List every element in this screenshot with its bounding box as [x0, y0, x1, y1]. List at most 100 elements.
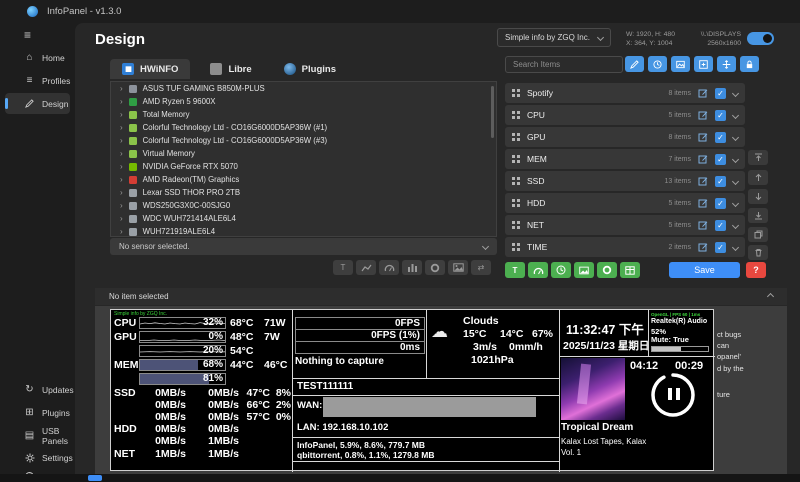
image-sensor-icon[interactable]	[448, 260, 468, 275]
edit-icon[interactable]	[698, 88, 708, 98]
line-chart-icon[interactable]	[356, 260, 376, 275]
volume-bar[interactable]	[651, 346, 709, 352]
expander-icon[interactable]: ›	[120, 149, 123, 158]
sidebar-item-settings[interactable]: Settings	[0, 447, 75, 468]
sidebar-item-usb-panels[interactable]: ▤ USB Panels	[0, 425, 75, 446]
group-row-cpu[interactable]: CPU5 items✓	[505, 105, 745, 125]
chevron-down-icon[interactable]	[732, 177, 739, 184]
preview-hdd-row[interactable]: 0MB/s1MB/s	[111, 435, 292, 448]
audio-mute[interactable]: Mute: True	[651, 335, 689, 344]
track-artist[interactable]: Kalax Lost Tapes, Kalax	[561, 437, 646, 446]
add-clock-icon[interactable]	[551, 262, 571, 278]
infopanel-preview-canvas[interactable]: Simple info by ZGQ Inc. CPU 32% 68°C71W …	[110, 309, 714, 471]
duplicate-icon[interactable]	[748, 227, 768, 242]
expander-icon[interactable]: ›	[120, 227, 123, 236]
search-input[interactable]	[505, 56, 623, 73]
clock-icon[interactable]	[648, 56, 667, 72]
frametime-value[interactable]: 0ms	[295, 341, 425, 354]
add-table-icon[interactable]	[620, 262, 640, 278]
sensor-tree-item[interactable]: ›NVIDIA GeForce RTX 5070	[111, 160, 496, 173]
bar-chart-icon[interactable]	[402, 260, 422, 275]
drag-handle-icon[interactable]	[512, 221, 520, 229]
sensor-tree-item[interactable]: ›Colorful Technology Ltd - CO16G6000D5AP…	[111, 121, 496, 134]
test-text[interactable]: TEST111111	[297, 381, 353, 392]
drag-handle-icon[interactable]	[512, 177, 520, 185]
sensor-tree-item[interactable]: ›Virtual Memory	[111, 147, 496, 160]
preview-mem-row[interactable]: MEM 68% 44°C46°C	[111, 359, 292, 372]
group-row-time[interactable]: TIME2 items✓	[505, 237, 745, 257]
chevron-up-icon[interactable]	[767, 293, 774, 300]
help-button[interactable]: ?	[746, 262, 766, 278]
mem2-usage-bar[interactable]: 81%	[139, 373, 226, 385]
edit-icon[interactable]	[698, 176, 708, 186]
chevron-down-icon[interactable]	[732, 111, 739, 118]
process-stats[interactable]: InfoPanel, 5.9%, 8.6%, 779.7 MB	[297, 440, 425, 450]
expander-icon[interactable]: ›	[120, 162, 123, 171]
chevron-down-icon[interactable]	[732, 89, 739, 96]
expander-icon[interactable]: ›	[120, 136, 123, 145]
expander-icon[interactable]: ›	[120, 110, 123, 119]
sensor-tree-item[interactable]: ›WDC WUH721414ALE6L4	[111, 212, 496, 225]
expander-icon[interactable]: ›	[120, 214, 123, 223]
edit-icon[interactable]	[698, 110, 708, 120]
group-checkbox[interactable]: ✓	[715, 132, 726, 143]
tab-libre[interactable]: Libre	[198, 59, 263, 79]
weather-wind[interactable]: 3m/s	[473, 341, 497, 353]
add-text-icon[interactable]: T	[505, 262, 525, 278]
sensor-tree-item[interactable]: ›WDS250G3X0C-00SJG0	[111, 199, 496, 212]
text-sensor-icon[interactable]: T	[333, 260, 353, 275]
sidebar-item-design[interactable]: Design	[5, 93, 70, 114]
chevron-down-icon[interactable]	[732, 155, 739, 162]
drag-handle-icon[interactable]	[512, 133, 520, 141]
track-album[interactable]: Vol. 1	[561, 448, 581, 457]
move-down-icon[interactable]	[748, 189, 768, 204]
gpu2-usage-graph[interactable]: 20%	[139, 345, 226, 357]
weather-humidity[interactable]: 67%	[532, 328, 553, 340]
drag-handle-icon[interactable]	[512, 199, 520, 207]
drag-handle-icon[interactable]	[512, 111, 520, 119]
wan-label[interactable]: WAN:	[297, 400, 322, 411]
sensor-tree-item[interactable]: ›AMD Ryzen 5 9600X	[111, 95, 496, 108]
group-row-ssd[interactable]: SSD13 items✓	[505, 171, 745, 191]
sensor-tree-item[interactable]: ›Lexar SSD THOR PRO 2TB	[111, 186, 496, 199]
weather-rain[interactable]: 0mm/h	[509, 341, 543, 353]
gpu-usage-graph[interactable]: 0%	[139, 331, 226, 343]
group-checkbox[interactable]: ✓	[715, 176, 726, 187]
group-row-gpu[interactable]: GPU8 items✓	[505, 127, 745, 147]
group-checkbox[interactable]: ✓	[715, 242, 726, 253]
group-row-net[interactable]: NET5 items✓	[505, 215, 745, 235]
edit-icon[interactable]	[698, 242, 708, 252]
track-title[interactable]: Tropical Dream	[561, 422, 633, 433]
add-donut-icon[interactable]	[597, 262, 617, 278]
move-top-icon[interactable]	[748, 150, 768, 165]
group-checkbox[interactable]: ✓	[715, 154, 726, 165]
sensor-tree-item[interactable]: ›AMD Radeon(TM) Graphics	[111, 173, 496, 186]
sidebar-item-profiles[interactable]: ≡ Profiles	[0, 70, 75, 91]
move-icon[interactable]	[717, 56, 736, 72]
expander-icon[interactable]: ›	[120, 84, 123, 93]
move-bottom-icon[interactable]	[748, 208, 768, 223]
selection-status-bar[interactable]: No item selected	[95, 288, 787, 305]
chevron-down-icon[interactable]	[732, 199, 739, 206]
edit-icon[interactable]	[698, 132, 708, 142]
preview-gpu2-row[interactable]: 20% 54°C	[111, 345, 292, 358]
drag-handle-icon[interactable]	[512, 89, 520, 97]
sidebar-item-home[interactable]: ⌂ Home	[0, 47, 75, 68]
mem-usage-bar[interactable]: 68%	[139, 359, 226, 371]
brush-icon[interactable]	[625, 56, 644, 72]
preview-gpu-row[interactable]: GPU 0% 48°C7W	[111, 331, 292, 344]
chevron-down-icon[interactable]	[732, 221, 739, 228]
chevron-down-icon[interactable]	[732, 133, 739, 140]
expander-icon[interactable]: ›	[120, 188, 123, 197]
group-checkbox[interactable]: ✓	[715, 110, 726, 121]
weather-condition[interactable]: Clouds	[463, 315, 499, 327]
add-item-icon[interactable]	[694, 56, 713, 72]
donut-icon[interactable]	[425, 260, 445, 275]
chevron-down-icon[interactable]	[732, 243, 739, 250]
audio-device[interactable]: Realtek(R) Audio	[651, 318, 707, 325]
preview-net-row[interactable]: NET1MB/s1MB/s	[111, 448, 292, 461]
transfer-icon[interactable]: ⇄	[471, 260, 491, 275]
sensor-tree-item[interactable]: ›Colorful Technology Ltd - CO16G6000D5AP…	[111, 134, 496, 147]
album-art[interactable]	[561, 358, 625, 420]
gauge-icon[interactable]	[379, 260, 399, 275]
